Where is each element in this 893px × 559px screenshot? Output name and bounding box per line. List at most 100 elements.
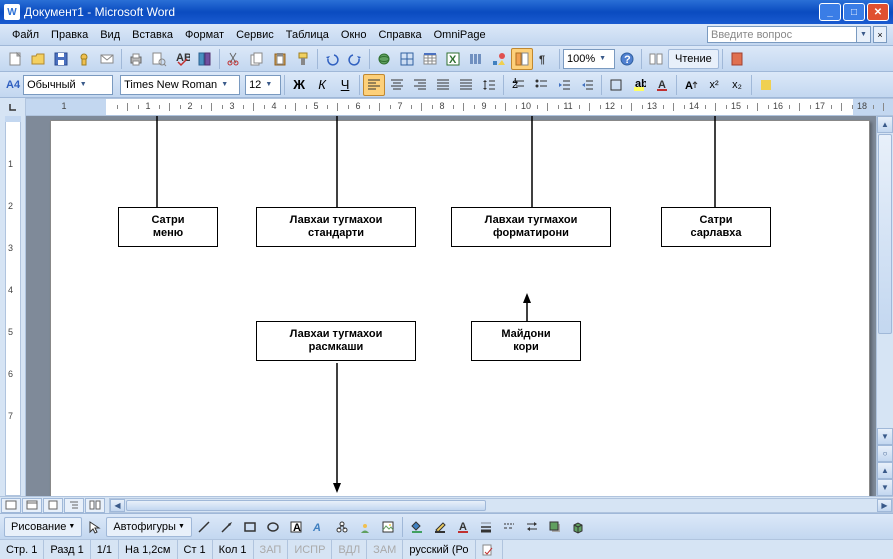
shadow-button[interactable] <box>544 516 566 538</box>
document-area[interactable]: Сатрименю Лавхаи тугмахоистандарти Лавха… <box>26 116 893 496</box>
read-mode-button[interactable]: Чтение <box>668 49 719 69</box>
read-mode-icon[interactable] <box>645 48 667 70</box>
web-view-button[interactable] <box>22 498 42 513</box>
horizontal-ruler[interactable]: 112345678910111213141516171819 <box>26 98 893 116</box>
spell-check-button[interactable]: ABC <box>171 48 193 70</box>
line-color-button[interactable] <box>429 516 451 538</box>
textbox-button[interactable]: A <box>285 516 307 538</box>
vertical-scrollbar[interactable]: ▲ ▼ ○ ▲ ▼ <box>876 116 893 496</box>
minimize-button[interactable]: _ <box>819 3 841 21</box>
status-trk[interactable]: ИСПР <box>288 540 332 559</box>
scroll-down-button[interactable]: ▼ <box>877 428 893 445</box>
oval-button[interactable] <box>262 516 284 538</box>
print-button[interactable] <box>125 48 147 70</box>
char-shading-button[interactable] <box>755 74 777 96</box>
hyperlink-button[interactable] <box>373 48 395 70</box>
menu-edit[interactable]: Правка <box>45 27 94 43</box>
zoom-combo[interactable]: 100%▼ <box>563 49 615 69</box>
font-combo[interactable]: Times New Roman▼ <box>120 75 240 95</box>
maximize-button[interactable]: □ <box>843 3 865 21</box>
drawing-button[interactable] <box>488 48 510 70</box>
status-language[interactable]: русский (Ро <box>403 540 475 559</box>
scroll-up-button[interactable]: ▲ <box>877 116 893 133</box>
menu-file[interactable]: Файл <box>6 27 45 43</box>
font-color-draw-button[interactable]: A <box>452 516 474 538</box>
menu-view[interactable]: Вид <box>94 27 126 43</box>
autoshapes-button[interactable]: Автофигуры ▼ <box>106 517 192 537</box>
redo-button[interactable] <box>344 48 366 70</box>
ask-question-input[interactable]: Введите вопрос <box>707 26 857 43</box>
menu-insert[interactable]: Вставка <box>126 27 179 43</box>
show-formatting-button[interactable]: ¶ <box>534 48 556 70</box>
underline-button[interactable]: Ч <box>334 74 356 96</box>
email-button[interactable] <box>96 48 118 70</box>
superscript-button[interactable]: x² <box>703 74 725 96</box>
save-button[interactable] <box>50 48 72 70</box>
arrow-button[interactable] <box>216 516 238 538</box>
rectangle-button[interactable] <box>239 516 261 538</box>
tab-selector[interactable] <box>0 98 26 116</box>
print-layout-view-button[interactable] <box>43 498 63 513</box>
menu-format[interactable]: Формат <box>179 27 230 43</box>
wordart-button[interactable]: A <box>308 516 330 538</box>
distributed-button[interactable] <box>455 74 477 96</box>
borders-button[interactable] <box>605 74 627 96</box>
tables-borders-button[interactable] <box>396 48 418 70</box>
insert-excel-button[interactable]: X <box>442 48 464 70</box>
research-button[interactable] <box>194 48 216 70</box>
align-center-button[interactable] <box>386 74 408 96</box>
status-ext[interactable]: ВДЛ <box>332 540 367 559</box>
fill-color-button[interactable] <box>406 516 428 538</box>
dash-style-button[interactable] <box>498 516 520 538</box>
diagram-button[interactable] <box>331 516 353 538</box>
scroll-right-button[interactable]: ▶ <box>877 499 892 512</box>
normal-view-button[interactable] <box>1 498 21 513</box>
align-left-button[interactable] <box>363 74 385 96</box>
line-spacing-button[interactable] <box>478 74 500 96</box>
scroll-thumb-h[interactable] <box>126 500 486 511</box>
char-scaling-button[interactable]: A <box>680 74 702 96</box>
outline-view-button[interactable] <box>64 498 84 513</box>
cut-button[interactable] <box>223 48 245 70</box>
status-ovr[interactable]: ЗАМ <box>367 540 403 559</box>
permission-button[interactable] <box>73 48 95 70</box>
clipart-button[interactable] <box>354 516 376 538</box>
align-right-button[interactable] <box>409 74 431 96</box>
bold-button[interactable]: Ж <box>288 74 310 96</box>
arrow-style-button[interactable] <box>521 516 543 538</box>
status-rec[interactable]: ЗАП <box>254 540 289 559</box>
horizontal-scrollbar[interactable]: ◀ ▶ <box>109 498 893 513</box>
vertical-ruler[interactable]: 1234567 <box>0 116 26 496</box>
print-preview-button[interactable] <box>148 48 170 70</box>
menu-omnipage[interactable]: OmniPage <box>428 27 492 43</box>
browse-object-button[interactable]: ○ <box>877 445 893 462</box>
line-style-button[interactable] <box>475 516 497 538</box>
numbering-button[interactable]: 12 <box>507 74 529 96</box>
prev-page-button[interactable]: ▲ <box>877 462 893 479</box>
3d-button[interactable] <box>567 516 589 538</box>
close-pane-button[interactable]: × <box>873 26 887 43</box>
font-color-button[interactable]: A <box>651 74 673 96</box>
omnipage-button[interactable] <box>726 48 748 70</box>
reading-view-button[interactable] <box>85 498 105 513</box>
paste-button[interactable] <box>269 48 291 70</box>
columns-button[interactable] <box>465 48 487 70</box>
next-page-button[interactable]: ▼ <box>877 479 893 496</box>
page[interactable]: Сатрименю Лавхаи тугмахоистандарти Лавха… <box>50 120 870 496</box>
menu-window[interactable]: Окно <box>335 27 373 43</box>
drawing-menu-button[interactable]: Рисование ▼ <box>4 517 82 537</box>
insert-picture-button[interactable] <box>377 516 399 538</box>
increase-indent-button[interactable] <box>576 74 598 96</box>
justify-button[interactable] <box>432 74 454 96</box>
italic-button[interactable]: К <box>311 74 333 96</box>
status-spell-icon[interactable] <box>476 540 503 559</box>
scroll-left-button[interactable]: ◀ <box>110 499 125 512</box>
insert-table-button[interactable] <box>419 48 441 70</box>
scroll-thumb-v[interactable] <box>878 134 892 334</box>
highlight-button[interactable]: ab <box>628 74 650 96</box>
undo-button[interactable] <box>321 48 343 70</box>
close-button[interactable]: ✕ <box>867 3 889 21</box>
bullets-button[interactable] <box>530 74 552 96</box>
style-combo[interactable]: Обычный▼ <box>23 75 113 95</box>
document-map-button[interactable] <box>511 48 533 70</box>
